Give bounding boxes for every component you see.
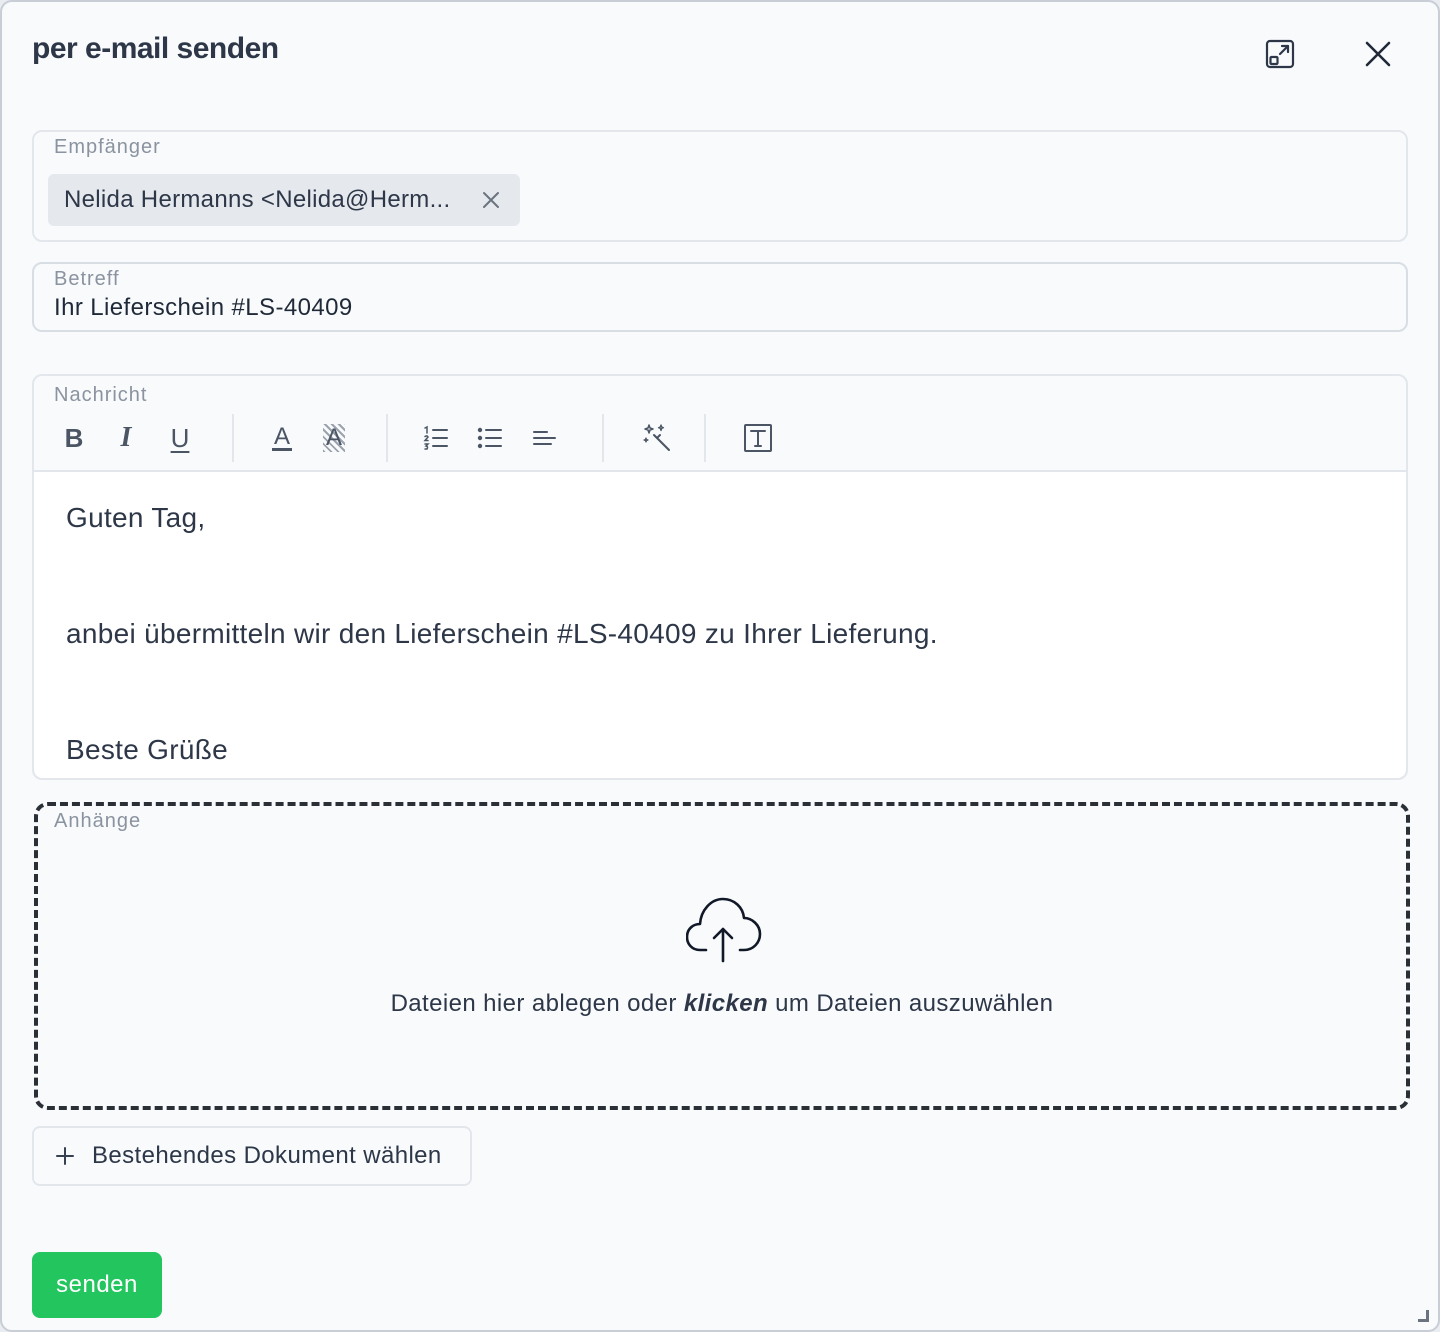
recipient-chip-text: Nelida Hermanns <Nelida@Herm... xyxy=(64,186,451,213)
italic-button[interactable]: I xyxy=(106,418,146,458)
recipient-field[interactable]: Empfänger Nelida Hermanns <Nelida@Herm..… xyxy=(32,130,1408,242)
expand-window-icon xyxy=(1265,39,1295,69)
toolbar-separator xyxy=(602,414,604,462)
close-icon xyxy=(1365,41,1391,67)
message-line: Guten Tag, xyxy=(66,502,206,533)
italic-icon: I xyxy=(120,422,132,453)
choose-existing-document-button[interactable]: Bestehendes Dokument wählen xyxy=(32,1126,472,1186)
editor-toolbar: B I U A A xyxy=(34,412,1406,472)
bullet-list-button[interactable] xyxy=(470,418,510,458)
subject-field: Betreff xyxy=(32,262,1408,332)
email-dialog: per e-mail senden Empfänger Nelida Herma… xyxy=(0,0,1440,1332)
toolbar-separator xyxy=(704,414,706,462)
recipient-label: Empfänger xyxy=(54,136,161,158)
toolbar-separator xyxy=(386,414,388,462)
resize-handle-icon[interactable] xyxy=(1416,1308,1432,1324)
expand-button[interactable] xyxy=(1258,32,1302,76)
dropzone-text-part: um Dateien auszuwählen xyxy=(768,990,1054,1017)
underline-button[interactable]: U xyxy=(160,418,200,458)
message-label: Nachricht xyxy=(54,384,148,406)
ordered-list-icon xyxy=(423,425,448,450)
subject-label: Betreff xyxy=(54,268,120,290)
dropzone-text: Dateien hier ablegen oder klicken um Dat… xyxy=(38,990,1406,1018)
attachments-dropzone[interactable]: Anhänge Dateien hier ablegen oder klicke… xyxy=(34,802,1410,1110)
text-color-icon: A xyxy=(271,422,292,451)
cloud-upload-icon xyxy=(686,897,762,963)
bold-button[interactable]: B xyxy=(54,418,94,458)
subject-input[interactable] xyxy=(54,294,1374,322)
message-line: Beste Grüße xyxy=(66,734,229,765)
magic-wand-icon xyxy=(643,424,670,451)
align-left-icon xyxy=(533,431,556,445)
send-button[interactable]: senden xyxy=(32,1252,162,1318)
close-button[interactable] xyxy=(1356,32,1400,76)
text-box-icon xyxy=(744,424,772,452)
bold-icon: B xyxy=(64,422,84,453)
remove-recipient-icon[interactable] xyxy=(480,189,502,211)
dropzone-click-link[interactable]: klicken xyxy=(684,990,768,1017)
message-line: anbei übermitteln wir den Lieferschein #… xyxy=(66,618,938,649)
text-placeholder-button[interactable] xyxy=(738,418,778,458)
dialog-title: per e-mail senden xyxy=(32,32,279,65)
dropzone-text-part: Dateien hier ablegen oder xyxy=(390,990,684,1017)
align-button[interactable] xyxy=(524,418,564,458)
ai-magic-button[interactable] xyxy=(638,418,678,458)
attachments-label: Anhänge xyxy=(54,810,142,832)
highlight-icon: A xyxy=(322,424,345,452)
plus-icon xyxy=(56,1147,74,1165)
text-color-button[interactable]: A xyxy=(262,418,302,458)
ordered-list-button[interactable] xyxy=(416,418,456,458)
bullet-list-icon xyxy=(477,427,502,449)
recipient-chip: Nelida Hermanns <Nelida@Herm... xyxy=(48,174,520,226)
highlight-button[interactable]: A xyxy=(314,418,354,458)
message-editor[interactable]: Guten Tag, anbei übermitteln wir den Lie… xyxy=(34,472,1406,778)
message-field: Nachricht B I U A A Guten Tag, anbei übe… xyxy=(32,374,1408,780)
underline-icon: U xyxy=(170,422,190,453)
choose-existing-document-label: Bestehendes Dokument wählen xyxy=(92,1142,442,1169)
toolbar-separator xyxy=(232,414,234,462)
